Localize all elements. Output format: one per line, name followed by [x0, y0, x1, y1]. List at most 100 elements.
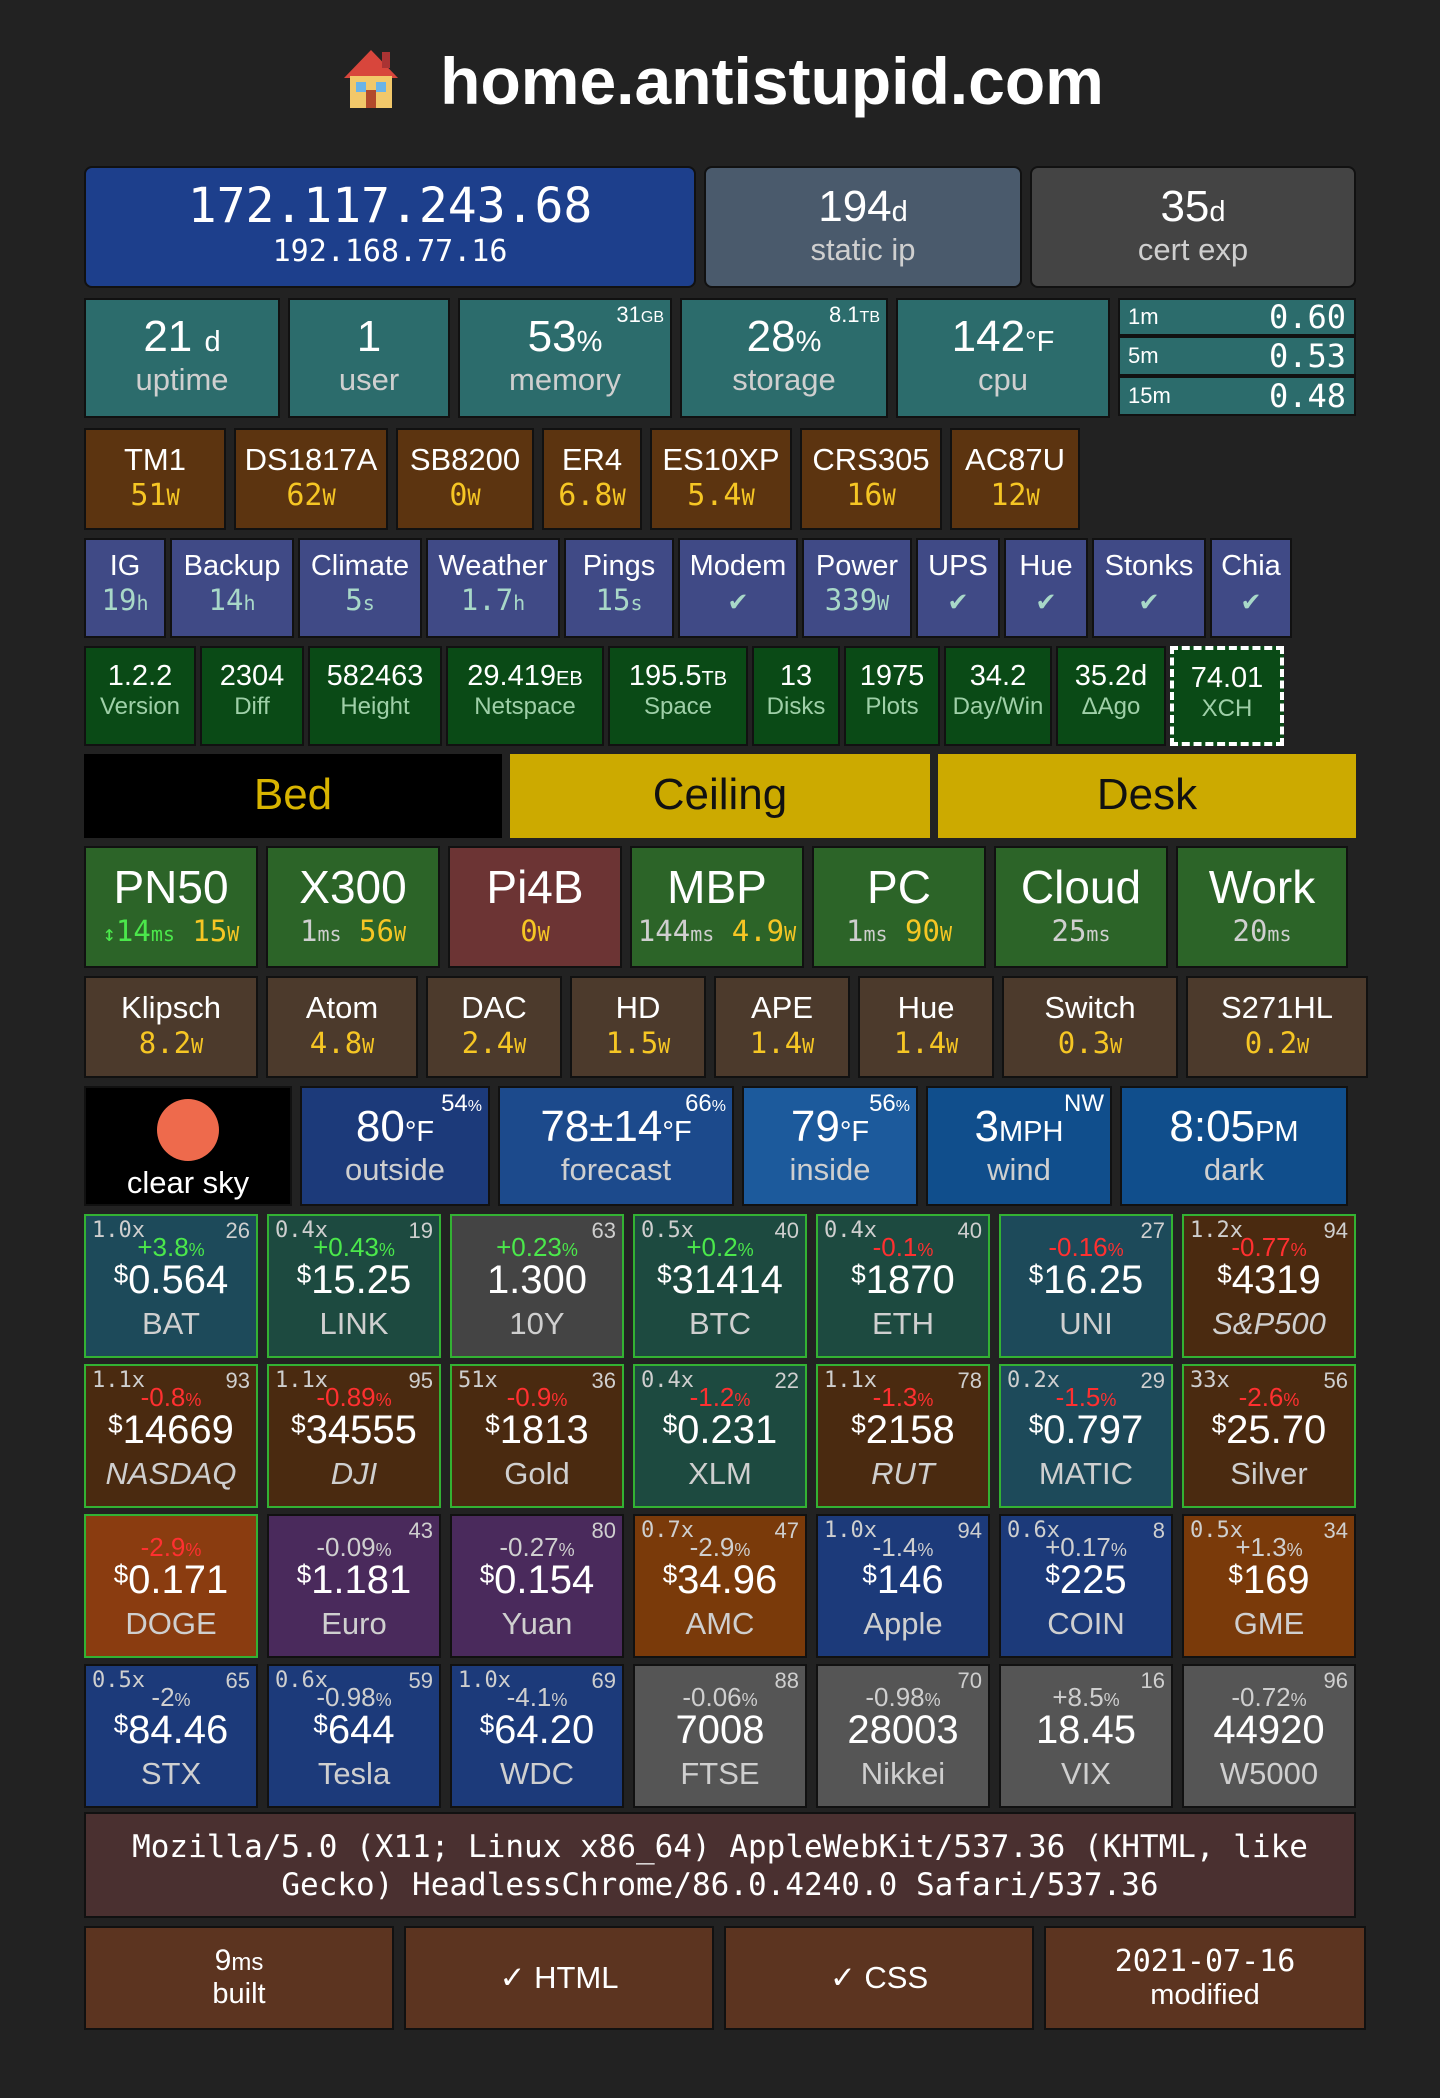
- ticker-stx[interactable]: 0.5x 65 -2% $84.46 STX: [84, 1664, 258, 1808]
- ticker-silver[interactable]: 33x 56 -2.6% $25.70 Silver: [1182, 1364, 1356, 1508]
- ticker-eth[interactable]: 0.4x 40 -0.1% $1870 ETH: [816, 1214, 990, 1358]
- ticker-tesla[interactable]: 0.6x 59 -0.98% $644 Tesla: [267, 1664, 441, 1808]
- percent-unit: %: [737, 1240, 754, 1260]
- wind-label: wind: [987, 1152, 1051, 1187]
- device-tm1[interactable]: TM1 51W: [84, 428, 226, 530]
- ticker-link[interactable]: 0.4x 19 +0.43% $15.25 LINK: [267, 1214, 441, 1358]
- ticker-apple[interactable]: 1.0x 94 -1.4% $146 Apple: [816, 1514, 990, 1658]
- local-ip[interactable]: 192.168.77.16: [86, 234, 694, 269]
- host-work[interactable]: Work 20ms: [1176, 846, 1348, 968]
- device-crs305[interactable]: CRS305 16W: [800, 428, 942, 530]
- service-climate[interactable]: Climate 5s: [298, 538, 422, 638]
- percent-unit: %: [1110, 1540, 1127, 1560]
- appliance-power-unit: W: [802, 1034, 815, 1058]
- ticker-amc[interactable]: 0.7x 47 -2.9% $34.96 AMC: [633, 1514, 807, 1658]
- outside-temp: 80: [355, 1102, 405, 1151]
- inside-temp: 79: [790, 1102, 840, 1151]
- host-power: 0: [520, 914, 538, 948]
- ticker-w5000[interactable]: 96 -0.72% 44920 W5000: [1182, 1664, 1356, 1808]
- ticker-dji[interactable]: 1.1x 95 -0.89% $34555 DJI: [267, 1364, 441, 1508]
- host-cloud[interactable]: Cloud 25ms: [994, 846, 1168, 968]
- html-valid-link[interactable]: ✓ HTML: [404, 1926, 714, 2030]
- service-status-unit: s: [630, 591, 643, 615]
- device-power: 62: [286, 478, 323, 513]
- service-pings[interactable]: Pings 15s: [564, 538, 674, 638]
- ticker-wdc[interactable]: 1.0x 69 -4.1% $64.20 WDC: [450, 1664, 624, 1808]
- host-x300[interactable]: X300 1ms 56W: [266, 846, 440, 968]
- ticker-uni[interactable]: 27 -0.16% $16.25 UNI: [999, 1214, 1173, 1358]
- storage-tile: 8.1TB 28% storage: [680, 298, 888, 418]
- device-power-unit: W: [741, 486, 755, 511]
- appliance-ape[interactable]: APE 1.4W: [714, 976, 850, 1078]
- device-ds1817a[interactable]: DS1817A 62W: [234, 428, 388, 530]
- wind-tile: NW 3MPH wind: [926, 1086, 1112, 1206]
- ticker-euro[interactable]: 43 -0.09% $1.181 Euro: [267, 1514, 441, 1658]
- appliance-hd[interactable]: HD 1.5W: [570, 976, 706, 1078]
- host-pc[interactable]: PC 1ms 90W: [812, 846, 986, 968]
- host-ping: 144: [637, 914, 691, 948]
- ticker-rut[interactable]: 1.1x 78 -1.3% $2158 RUT: [816, 1364, 990, 1508]
- appliance-dac[interactable]: DAC 2.4W: [426, 976, 562, 1078]
- ticker-yuan[interactable]: 80 -0.27% $0.154 Yuan: [450, 1514, 624, 1658]
- ticker-price: 84.46: [128, 1708, 229, 1752]
- host-pi4b[interactable]: Pi4B 0W: [448, 846, 622, 968]
- ticker-matic[interactable]: 0.2x 29 -1.5% $0.797 MATIC: [999, 1364, 1173, 1508]
- ticker-bat[interactable]: 1.0x 26 +3.8% $0.564 BAT: [84, 1214, 258, 1358]
- ticker-sp500[interactable]: 1.2x 94 -0.77% $4319 S&P500: [1182, 1214, 1356, 1358]
- device-sb8200[interactable]: SB8200 0W: [396, 428, 534, 530]
- appliance-hue[interactable]: Hue 1.4W: [858, 976, 994, 1078]
- device-ac87u[interactable]: AC87U 12W: [950, 428, 1080, 530]
- ticker-gme[interactable]: 0.5x 34 +1.3% $169 GME: [1182, 1514, 1356, 1658]
- service-status-unit: s: [362, 591, 375, 615]
- service-chia[interactable]: Chia ✔: [1210, 538, 1292, 638]
- service-modem[interactable]: Modem ✔: [678, 538, 798, 638]
- ticker-10y[interactable]: 63 +0.23% 1.300 10Y: [450, 1214, 624, 1358]
- ticker-xlm[interactable]: 0.4x 22 -1.2% $0.231 XLM: [633, 1364, 807, 1508]
- light-ceiling[interactable]: Ceiling: [510, 754, 930, 838]
- ticker-price: 1.300: [486, 1258, 588, 1302]
- uptime-label: uptime: [135, 362, 229, 397]
- light-desk[interactable]: Desk: [938, 754, 1356, 838]
- host-ping-unit: ms: [1086, 922, 1111, 946]
- appliance-power-unit: W: [514, 1034, 527, 1058]
- daylight-label: dark: [1203, 1152, 1265, 1187]
- ticker-btc[interactable]: 0.5x 40 +0.2% $31414 BTC: [633, 1214, 807, 1358]
- light-bed[interactable]: Bed: [84, 754, 502, 838]
- service-backup[interactable]: Backup 14h: [170, 538, 294, 638]
- appliance-atom[interactable]: Atom 4.8W: [266, 976, 418, 1078]
- device-power: 6.8: [558, 478, 613, 513]
- users-value: 1: [356, 312, 382, 361]
- public-ip[interactable]: 172.117.243.68: [86, 168, 694, 234]
- host-mbp[interactable]: MBP 144ms 4.9W: [630, 846, 804, 968]
- ticker-nikkei[interactable]: 70 -0.98% 28003 Nikkei: [816, 1664, 990, 1808]
- ticker-price: 0.154: [494, 1558, 595, 1602]
- service-hue[interactable]: Hue ✔: [1004, 538, 1088, 638]
- ticker-vix[interactable]: 16 +8.5% 18.45 VIX: [999, 1664, 1173, 1808]
- currency-symbol: $: [862, 1559, 877, 1589]
- ticker-nasdaq[interactable]: 1.1x 93 -0.8% $14669 NASDAQ: [84, 1364, 258, 1508]
- service-ups[interactable]: UPS ✔: [916, 538, 1000, 638]
- time-value: 8:05: [1169, 1102, 1256, 1151]
- device-es10xp[interactable]: ES10XP 5.4W: [650, 428, 792, 530]
- chia-height: 582463 Height: [308, 646, 442, 746]
- host-pn50[interactable]: PN50 ↕14ms 15W: [84, 846, 258, 968]
- appliance-switch[interactable]: Switch 0.3W: [1002, 976, 1178, 1078]
- device-name: SB8200: [409, 442, 521, 477]
- ticker-coin[interactable]: 0.6x 8 +0.17% $225 COIN: [999, 1514, 1173, 1658]
- service-stonks[interactable]: Stonks ✔: [1092, 538, 1206, 638]
- appliance-klipsch[interactable]: Klipsch 8.2W: [84, 976, 258, 1078]
- ticker-name: Euro: [321, 1606, 387, 1641]
- chia-xch[interactable]: 74.01 XCH: [1170, 646, 1284, 746]
- service-weather[interactable]: Weather 1.7h: [426, 538, 560, 638]
- service-power[interactable]: Power 339W: [802, 538, 912, 638]
- css-valid-link[interactable]: ✓ CSS: [724, 1926, 1034, 2030]
- ticker-ftse[interactable]: 88 -0.06% 7008 FTSE: [633, 1664, 807, 1808]
- chia-plots: 1975 Plots: [844, 646, 940, 746]
- service-ig[interactable]: IG 19h: [84, 538, 166, 638]
- ticker-doge[interactable]: -2.9% $0.171 DOGE: [84, 1514, 258, 1658]
- chia-value: 1975: [859, 660, 925, 692]
- inside-humidity: 56: [869, 1090, 896, 1117]
- ticker-gold[interactable]: 51x 36 -0.9% $1813 Gold: [450, 1364, 624, 1508]
- appliance-s271hl[interactable]: S271HL 0.2W: [1186, 976, 1368, 1078]
- device-er4[interactable]: ER4 6.8W: [542, 428, 642, 530]
